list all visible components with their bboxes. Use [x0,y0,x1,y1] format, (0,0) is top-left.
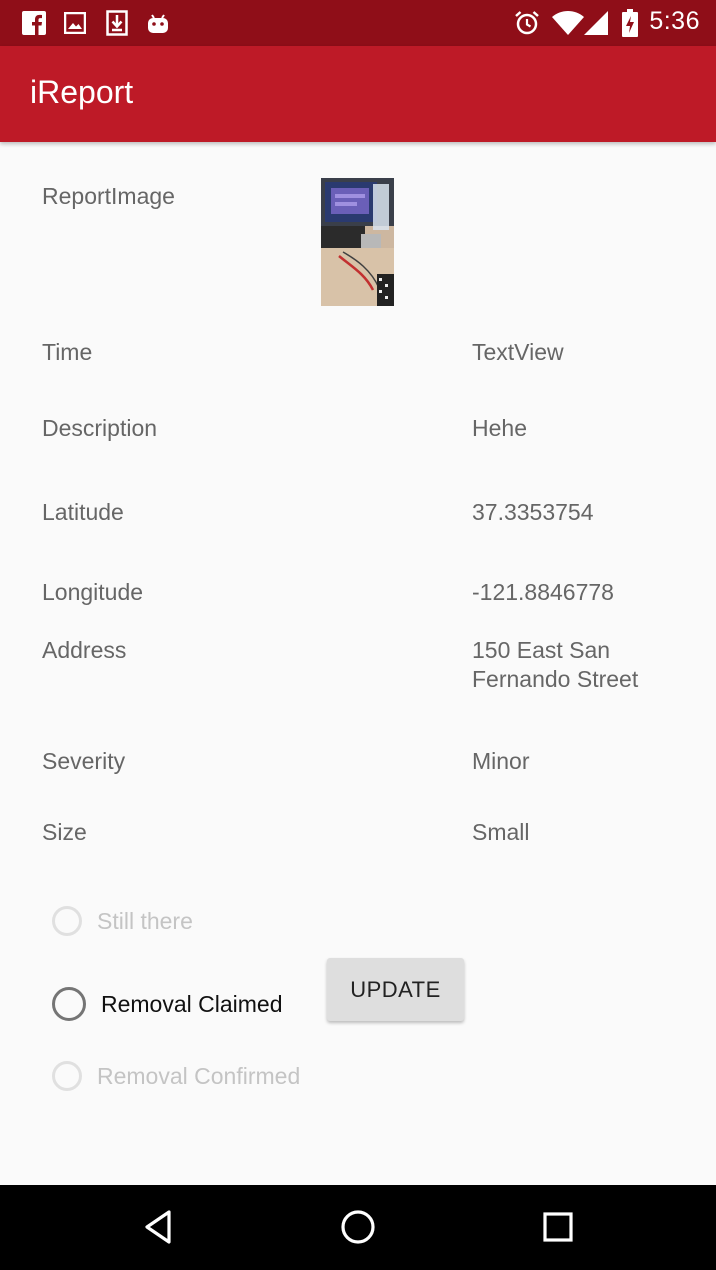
back-icon[interactable] [136,1205,180,1249]
radio-circle [52,906,82,936]
time-value: TextView [472,339,564,365]
description-value: Hehe [472,415,527,441]
status-bar: 5:36 [0,0,716,46]
severity-value: Minor [472,748,530,774]
app-bar: iReport [0,46,716,142]
radio-removal-claimed[interactable]: Removal Claimed [52,987,283,1021]
report-image [321,178,394,306]
screen: 5:36 iReport ReportImage Time TextView D… [0,0,716,1270]
address-label: Address [42,637,127,663]
battery-icon [622,9,638,37]
size-label: Size [42,819,87,845]
radio-label: Removal Confirmed [97,1062,301,1089]
facebook-icon [22,10,46,36]
home-icon[interactable] [336,1205,380,1249]
android-icon [146,10,170,36]
gallery-icon [64,10,86,36]
description-label: Description [42,415,158,441]
latitude-label: Latitude [42,499,124,525]
app-title: iReport [30,74,134,110]
size-value: Small [472,819,530,845]
radio-label[interactable]: Removal Claimed [101,991,283,1018]
download-icon [106,10,128,36]
wifi-icon [552,10,584,36]
radio-still-there: Still there [52,906,193,936]
radio-removal-confirmed: Removal Confirmed [52,1061,300,1091]
radio-circle[interactable] [52,987,86,1021]
latitude-value: 37.3353754 [472,499,594,525]
nav-bar [0,1185,716,1270]
status-time: 5:36 [649,7,700,35]
severity-label: Severity [42,748,126,774]
longitude-value: -121.8846778 [472,579,614,605]
signal-icon [584,10,608,36]
radio-circle [52,1061,82,1091]
time-label: Time [42,339,93,365]
address-value-line2: Fernando Street [472,666,639,692]
address-value-line1: 150 East San [472,637,611,663]
update-button[interactable]: UPDATE [327,958,464,1021]
longitude-label: Longitude [42,579,144,605]
alarm-icon [514,10,540,36]
recents-icon[interactable] [536,1205,580,1249]
radio-label: Still there [97,907,193,934]
report-image-label: ReportImage [42,183,175,209]
